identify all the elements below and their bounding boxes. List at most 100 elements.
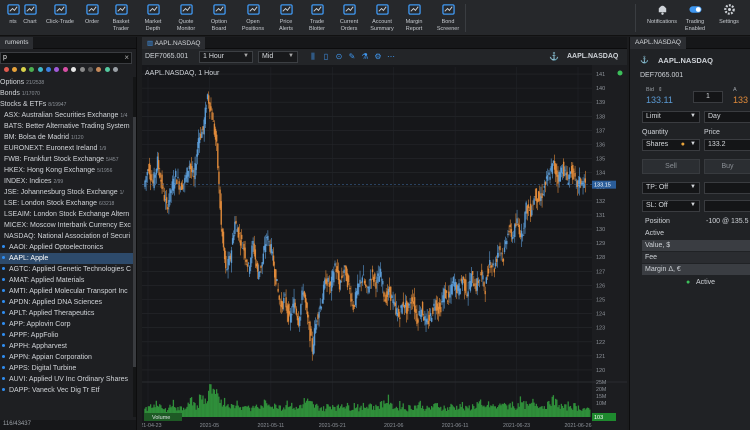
color-filter-dot[interactable] xyxy=(96,67,102,72)
price-input[interactable]: 133.2 xyxy=(704,139,750,151)
volume-bar xyxy=(314,404,317,417)
color-filter-dot[interactable] xyxy=(45,67,51,72)
exchange-row[interactable]: LSEAIM: London Stock Exchange Altern xyxy=(0,209,134,220)
draw-icon[interactable]: ✎ xyxy=(347,52,357,62)
interval-select[interactable]: 1 Hour ▼ xyxy=(199,51,253,63)
quantity-unit-select[interactable]: Shares ● ▼ xyxy=(642,139,700,151)
exchange-row[interactable]: MICEX: Moscow Interbank Currency Exc xyxy=(0,220,134,231)
toolbar-quote-monitor-button[interactable]: Quote Monitor xyxy=(169,0,203,36)
instrument-row[interactable]: AMTI: Applied Molecular Transport Inc xyxy=(0,286,134,297)
instrument-group-row[interactable]: Options 21/2538 xyxy=(0,77,134,88)
toolbar-current-orders-button[interactable]: Current Orders xyxy=(332,0,366,36)
instrument-row[interactable]: AMAT: Applied Materials xyxy=(0,275,134,286)
color-filter-dot[interactable] xyxy=(87,67,93,72)
toolbar-price-alerts-button[interactable]: Price Alerts xyxy=(269,0,303,36)
bars-icon[interactable]: ▯ xyxy=(321,52,331,62)
exchange-row[interactable]: JSE: Johannesburg Stock Exchange 1/ xyxy=(0,187,134,198)
buy-button[interactable]: Buy xyxy=(704,159,750,174)
anchor-icon[interactable]: ⚓ xyxy=(549,52,559,62)
color-filter-dot[interactable] xyxy=(29,67,35,72)
toolbar-click-trade-button[interactable]: Click-Trade xyxy=(43,0,77,36)
instrument-row[interactable]: APPS: Digital Turbine xyxy=(0,363,134,374)
tab-instruments[interactable]: ruments xyxy=(0,37,34,49)
quantity-box[interactable]: 1 xyxy=(693,91,723,103)
toolbar-toggle-button[interactable]: Trading Enabled xyxy=(677,0,713,36)
exchange-row[interactable]: EURONEXT: Euronext Ireland 1/9 xyxy=(0,143,134,154)
take-profit-select[interactable]: TP: Off ▼ xyxy=(642,182,700,194)
instrument-row[interactable]: APDN: Applied DNA Sciences xyxy=(0,297,134,308)
volume-bar xyxy=(569,405,572,417)
bid-price[interactable]: 133.11 xyxy=(646,95,673,105)
clear-search-icon[interactable]: × xyxy=(124,53,129,62)
exchange-row[interactable]: FWB: Frankfurt Stock Exchange 5/457 xyxy=(0,154,134,165)
instrument-list-scrollbar[interactable] xyxy=(133,77,136,417)
instrument-row[interactable]: AAOI: Applied Optoelectronics xyxy=(0,242,134,253)
exchange-row[interactable]: NASDAQ: National Association of Securi xyxy=(0,231,134,242)
toolbar-option-board-button[interactable]: Option Board xyxy=(202,0,236,36)
search-input[interactable]: p × xyxy=(0,52,132,64)
instrument-row[interactable]: APPF: AppFolio xyxy=(0,330,134,341)
exchange-label: INDEX: Indices xyxy=(4,178,52,185)
tab-order-symbol[interactable]: AAPL.NASDAQ xyxy=(630,37,686,49)
color-filter-dot[interactable] xyxy=(4,67,9,72)
scrollbar-thumb[interactable] xyxy=(133,117,136,367)
price-type-select[interactable]: Mid ▼ xyxy=(258,51,298,63)
instrument-row[interactable]: APPH: Appharvest xyxy=(0,341,134,352)
instrument-row[interactable]: DAPP: Vaneck Vec Dig Tr Etf xyxy=(0,385,134,396)
volume-bar xyxy=(274,403,276,417)
toolbar-bond-screener-button[interactable]: Bond Screener xyxy=(431,0,465,36)
candle-body xyxy=(371,269,374,273)
stop-loss-input[interactable] xyxy=(704,200,750,212)
instrument-group-row[interactable]: Stocks & ETFs 8/19947 xyxy=(0,99,134,110)
color-filter-dot[interactable] xyxy=(54,67,60,72)
settings-icon[interactable]: ⚙ xyxy=(373,52,383,62)
duration-select[interactable]: Day xyxy=(704,111,750,123)
toolbar-bell-button[interactable]: Notifications xyxy=(644,0,680,36)
compare-icon[interactable]: ⊙ xyxy=(334,52,344,62)
toolbar-basket-button[interactable]: Basket Trader xyxy=(104,0,138,36)
stop-loss-select[interactable]: SL: Off ▼ xyxy=(642,200,700,212)
chart-account[interactable]: DEF7065.001 xyxy=(145,53,188,60)
more-icon[interactable]: ⋯ xyxy=(386,52,396,62)
color-filter-dot[interactable] xyxy=(104,67,110,72)
color-filter-dot[interactable] xyxy=(20,67,26,72)
instrument-row[interactable]: APLT: Applied Therapeutics xyxy=(0,308,134,319)
exchange-row[interactable]: BM: Bolsa de Madrid 1/120 xyxy=(0,132,134,143)
exchange-row[interactable]: INDEX: Indices 2/99 xyxy=(0,176,134,187)
order-account[interactable]: DEF7065.001 xyxy=(640,72,683,79)
color-filter-dot[interactable] xyxy=(62,67,68,72)
instrument-row[interactable]: AGTC: Applied Genetic Technologies C xyxy=(0,264,134,275)
toolbar-gear-button[interactable]: Settings xyxy=(711,0,747,36)
instrument-row[interactable]: AAPL: Apple xyxy=(0,253,134,264)
instrument-group-row[interactable]: Bonds 1/17070 xyxy=(0,88,134,99)
exchange-row[interactable]: LSE: London Stock Exchange 6/3218 xyxy=(0,198,134,209)
chart-type-icon[interactable]: ⫼ xyxy=(308,52,318,62)
instrument-row[interactable]: APP: Applovin Corp xyxy=(0,319,134,330)
toolbar-open-positions-button[interactable]: Open Positions xyxy=(236,0,270,36)
indicators-icon[interactable]: ⚗ xyxy=(360,52,370,62)
toolbar-trade-blotter-button[interactable]: Trade Blotter xyxy=(300,0,334,36)
color-filter-dot[interactable] xyxy=(79,67,85,72)
tab-chart-symbol[interactable]: ▥ AAPL.NASDAQ xyxy=(142,37,206,49)
toolbar-market-depth-button[interactable]: Market Depth xyxy=(136,0,170,36)
take-profit-input[interactable] xyxy=(704,182,750,194)
exchange-row[interactable]: HKEX: Hong Kong Exchange 5/1956 xyxy=(0,165,134,176)
color-filter-dot[interactable] xyxy=(37,67,43,72)
order-type-select[interactable]: Limit ▼ xyxy=(642,111,700,123)
instrument-row[interactable]: APPN: Appian Corporation xyxy=(0,352,134,363)
toolbar-account-summary-button[interactable]: Account Summary xyxy=(365,0,399,36)
exchange-row[interactable]: BATS: Better Alternative Trading System xyxy=(0,121,134,132)
anchor-icon[interactable]: ⚓ xyxy=(640,56,649,64)
color-filter-dot[interactable] xyxy=(113,67,119,72)
instrument-label: AAOI: Applied Optoelectronics xyxy=(9,244,104,251)
toolbar-chart-button[interactable]: Chart xyxy=(13,0,47,36)
ask-price[interactable]: 133 xyxy=(733,95,748,105)
exchange-row[interactable]: ASX: Australian Securities Exchange 1/4 xyxy=(0,110,134,121)
color-filter-dot[interactable] xyxy=(71,67,77,72)
toolbar-margin-report-button[interactable]: Margin Report xyxy=(397,0,431,36)
sell-button[interactable]: Sell xyxy=(642,159,700,174)
color-filter-dot[interactable] xyxy=(12,67,18,72)
price-chart[interactable]: 1411401391381371361351341331321311301291… xyxy=(142,65,627,430)
volume-bar xyxy=(451,404,453,417)
instrument-row[interactable]: AUVI: Applied UV Inc Ordinary Shares xyxy=(0,374,134,385)
